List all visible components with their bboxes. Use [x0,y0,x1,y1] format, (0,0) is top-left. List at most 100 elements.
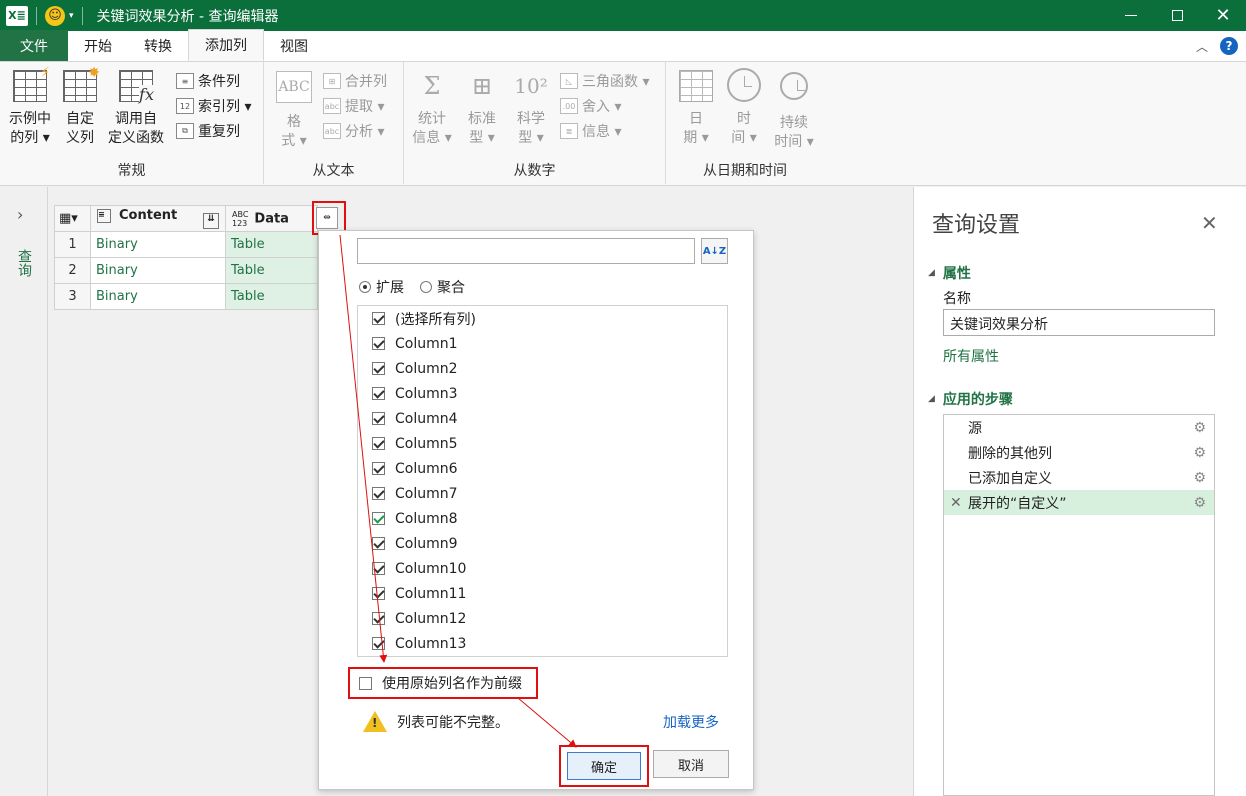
list-item[interactable]: Column8 [358,506,727,531]
cancel-button[interactable]: 取消 [653,750,729,778]
list-item[interactable]: Column2 [358,356,727,381]
properties-section-header[interactable]: ◢ 属性 [928,263,971,283]
checkbox[interactable] [372,362,385,375]
checkbox[interactable] [372,537,385,550]
extract-icon: abc [323,98,341,114]
format-button[interactable]: ABC 格 式 ▾ [267,68,321,151]
list-item[interactable]: Column4 [358,406,727,431]
cell-data[interactable]: Table [225,257,318,284]
list-item-select-all[interactable]: (选择所有列) [358,306,727,331]
table-menu-header[interactable]: ▦▾ [54,205,91,232]
invoke-function-label-2: 定义函数 [108,130,164,146]
cell-content[interactable]: Binary [90,283,226,310]
applied-steps-section-header[interactable]: ◢ 应用的步骤 [928,389,1013,409]
list-item[interactable]: 源 ⚙ [944,415,1214,440]
column-header-data[interactable]: ABC 123 Data [225,205,318,232]
load-more-link[interactable]: 加载更多 [663,712,719,732]
standard-label-2: 型 ▾ [469,130,495,146]
radio-expand[interactable]: 扩展 [359,277,404,297]
minimize-button[interactable] [1108,0,1154,31]
statistics-button[interactable]: Σ 统计 信息 ▾ [404,68,460,148]
tab-home[interactable]: 开始 [68,30,128,61]
list-item[interactable]: Column3 [358,381,727,406]
close-button[interactable]: ✕ [1200,0,1246,31]
conditional-column-button[interactable]: ≡ 条件列 [176,70,240,92]
merge-columns-button[interactable]: ⊞ 合并列 [323,70,387,92]
gear-icon[interactable]: ⚙ [1193,420,1206,436]
checkbox[interactable] [372,562,385,575]
tab-file[interactable]: 文件 [0,30,68,61]
checkbox[interactable] [372,512,385,525]
trigonometry-button[interactable]: ◺ 三角函数 ▾ [560,70,649,92]
extract-button[interactable]: abc 提取 ▾ [323,95,384,117]
column-from-examples-button[interactable]: ⚡ 示例中 的列 ▾ [2,65,58,148]
tab-transform[interactable]: 转换 [128,30,188,61]
duplicate-column-button[interactable]: ⧉ 重复列 [176,120,240,142]
cell-content[interactable]: Binary [90,231,226,258]
list-item[interactable]: 删除的其他列 ⚙ [944,440,1214,465]
table-row[interactable]: 2 Binary Table [54,257,318,284]
list-item[interactable]: Column6 [358,456,727,481]
custom-column-button[interactable]: ✸ 自定 义列 [52,65,108,148]
table-row[interactable]: 3 Binary Table [54,283,318,310]
table-row[interactable]: 1 Binary Table [54,231,318,258]
checkbox[interactable] [372,587,385,600]
index-column-button[interactable]: 12 索引列 ▾ [176,95,251,117]
radio-aggregate[interactable]: 聚合 [420,277,465,297]
cell-content[interactable]: Binary [90,257,226,284]
tab-view[interactable]: 视图 [264,30,324,61]
close-settings-icon[interactable]: ✕ [1201,211,1218,235]
gear-icon[interactable]: ⚙ [1193,495,1206,511]
list-item[interactable]: Column10 [358,556,727,581]
list-item[interactable]: Column11 [358,581,727,606]
list-item[interactable]: Column12 [358,606,727,631]
query-name-input[interactable]: 关键词效果分析 [943,309,1215,336]
quick-access-dropdown-icon[interactable]: ▾ [69,11,74,21]
help-icon[interactable]: ? [1220,37,1238,55]
checkbox[interactable] [372,462,385,475]
checkbox[interactable] [372,487,385,500]
list-item[interactable]: Column7 [358,481,727,506]
tab-add-column[interactable]: 添加列 [188,29,264,61]
invoke-custom-function-button[interactable]: fx 调用自 定义函数 [104,68,168,148]
scientific-button[interactable]: 10² 科学 型 ▾ [503,68,559,148]
list-item[interactable]: Column5 [358,431,727,456]
rounding-button[interactable]: .00 舍入 ▾ [560,95,621,117]
queries-label[interactable]: 查询 [14,249,34,277]
list-item[interactable]: Column9 [358,531,727,556]
checkbox[interactable] [372,637,385,650]
use-prefix-checkbox[interactable] [359,676,372,690]
list-item[interactable]: Column13 [358,631,727,656]
cell-data[interactable]: Table [225,231,318,258]
column-header-content[interactable]: ≡ Content ⇊ [90,205,226,232]
expand-binary-icon[interactable]: ⇊ [203,213,219,229]
checkbox[interactable] [372,412,385,425]
list-item[interactable]: Column1 [358,331,727,356]
time-button[interactable]: 时 间 ▾ [716,68,772,148]
cell-data[interactable]: Table [225,283,318,310]
information-button[interactable]: ≣ 信息 ▾ [560,120,621,142]
checkbox[interactable] [372,612,385,625]
checkbox[interactable] [372,437,385,450]
checkbox[interactable] [372,312,385,325]
checkbox[interactable] [372,387,385,400]
gear-icon[interactable]: ⚙ [1193,470,1206,486]
delete-step-icon[interactable]: ✕ [950,495,962,511]
ok-button[interactable]: 确定 [567,752,641,780]
smiley-feedback-icon[interactable]: ☺ [45,5,65,26]
sort-az-button[interactable]: A↓Z [701,238,728,264]
parse-button[interactable]: abc 分析 ▾ [323,120,384,142]
list-item-selected[interactable]: ✕ 展开的“自定义” ⚙ [944,490,1214,515]
all-properties-link[interactable]: 所有属性 [943,346,999,366]
checkbox[interactable] [372,337,385,350]
standard-button[interactable]: ⊞ 标准 型 ▾ [454,68,510,148]
gear-icon[interactable]: ⚙ [1193,445,1206,461]
column-search-input[interactable] [357,238,695,264]
use-prefix-option[interactable]: 使用原始列名作为前缀 [348,667,538,699]
parse-label: 分析 ▾ [345,124,385,140]
expand-queries-chevron-icon[interactable]: › [17,205,23,224]
duration-button[interactable]: 持续 时间 ▾ [766,68,822,152]
maximize-button[interactable] [1154,0,1200,31]
collapse-ribbon-icon[interactable]: ︿ [1196,38,1208,55]
list-item[interactable]: 已添加自定义 ⚙ [944,465,1214,490]
